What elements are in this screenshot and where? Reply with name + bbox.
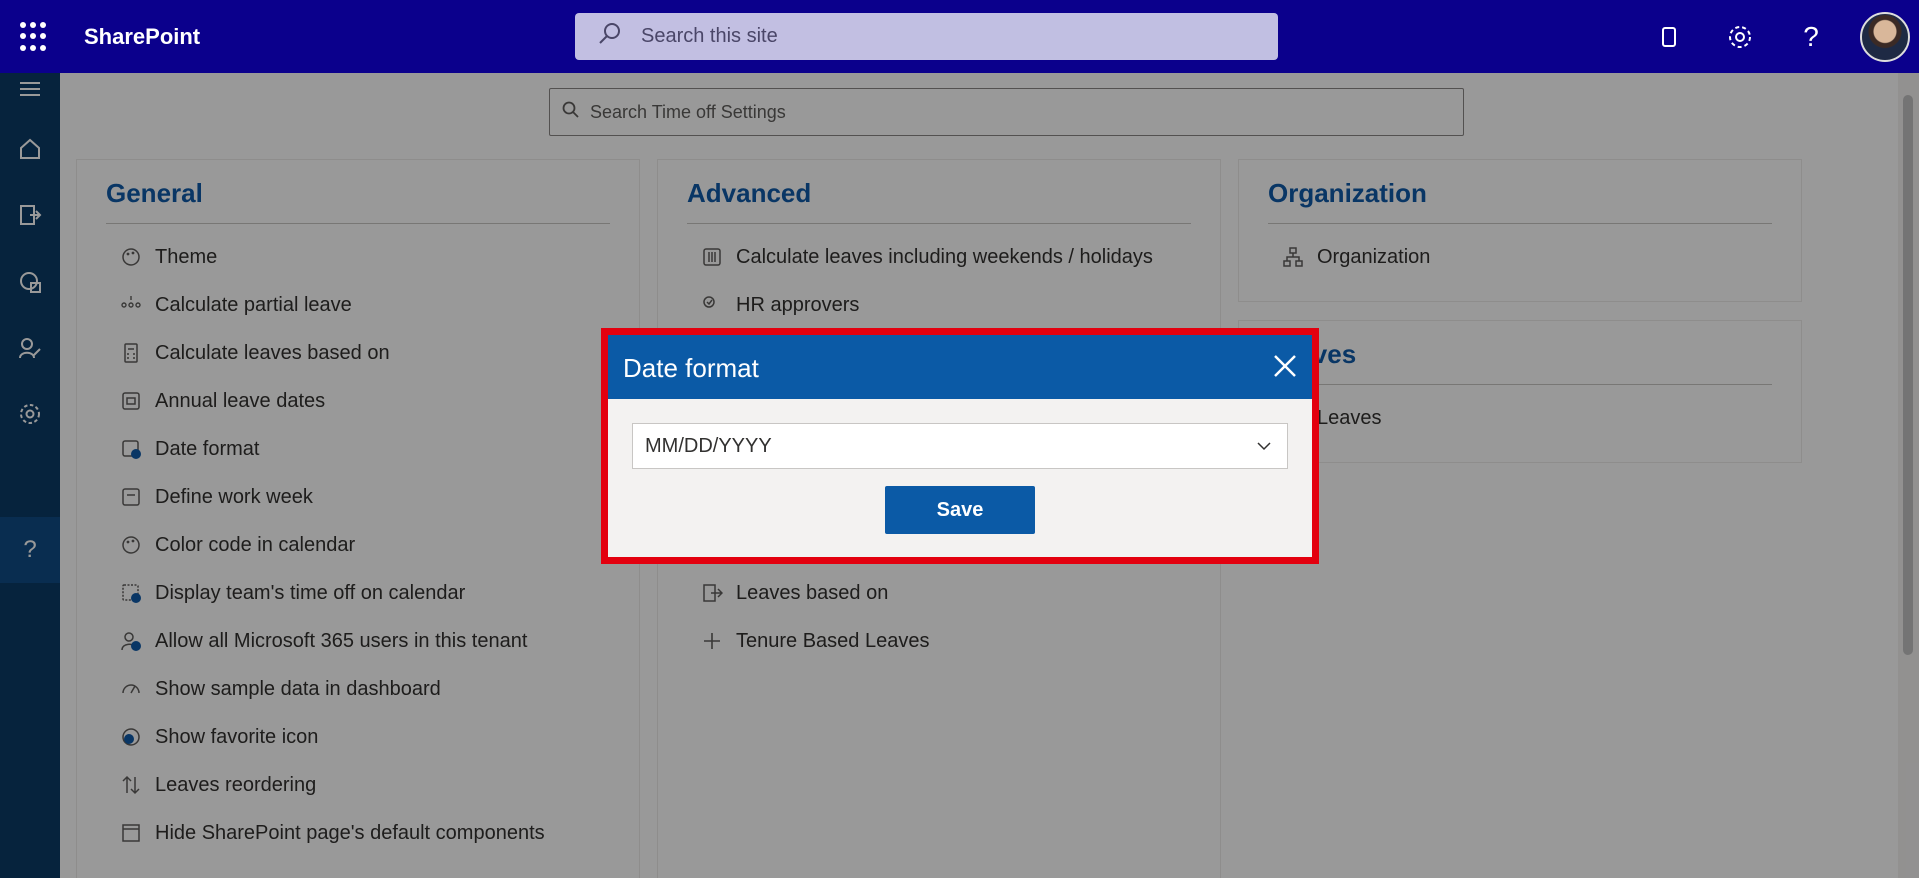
mobile-icon[interactable] — [1654, 22, 1684, 52]
avatar[interactable] — [1860, 12, 1910, 62]
date-format-dropdown[interactable]: MM/DD/YYYY — [632, 423, 1288, 469]
site-search-placeholder: Search this site — [641, 25, 778, 47]
app-launcher-icon[interactable] — [20, 22, 50, 52]
dialog-title: Date format — [623, 353, 759, 383]
dialog-header: Date format — [608, 335, 1312, 399]
settings-gear-icon[interactable] — [1725, 22, 1755, 52]
suite-bar: SharePoint Search this site ? — [0, 0, 1919, 73]
dropdown-selected-value: MM/DD/YYYY — [645, 434, 772, 457]
close-icon[interactable] — [1270, 351, 1300, 381]
search-icon — [597, 21, 623, 52]
site-search-box[interactable]: Search this site — [575, 13, 1278, 60]
dialog-highlight-frame: Date format MM/DD/YYYY Save — [601, 328, 1319, 564]
brand-name[interactable]: SharePoint — [84, 24, 200, 50]
date-format-dialog: Date format MM/DD/YYYY Save — [608, 335, 1312, 557]
save-button[interactable]: Save — [885, 486, 1035, 534]
help-icon[interactable]: ? — [1796, 21, 1826, 52]
chevron-down-icon — [1255, 437, 1273, 461]
